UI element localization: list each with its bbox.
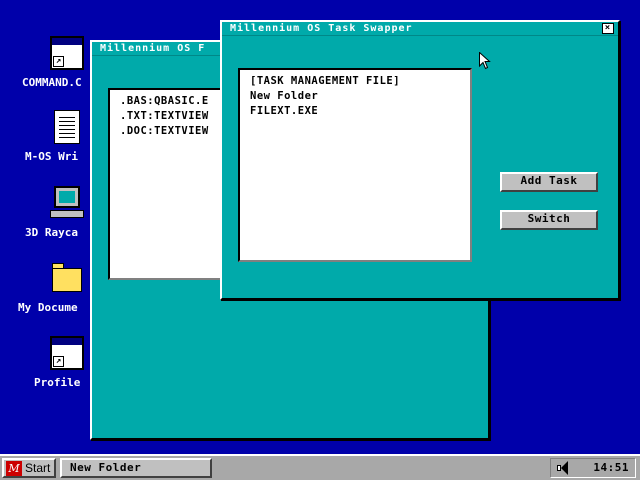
speaker-icon[interactable] <box>557 461 573 475</box>
task-list[interactable]: [TASK MANAGEMENT FILE] New Folder FILEXT… <box>238 68 472 262</box>
list-item[interactable]: FILEXT.EXE <box>250 104 470 119</box>
computer-icon <box>50 186 84 220</box>
system-tray: 14:51 <box>550 458 636 478</box>
list-item[interactable]: .TXT:TEXTVIEW <box>120 109 226 124</box>
list-item[interactable]: [TASK MANAGEMENT FILE] <box>250 74 470 89</box>
add-task-button[interactable]: Add Task <box>500 172 598 192</box>
list-item[interactable]: .DOC:TEXTVIEW <box>120 124 226 139</box>
start-button[interactable]: M Start <box>2 458 56 478</box>
desktop-icon-my-documents[interactable]: My Docume <box>0 261 100 331</box>
list-item[interactable]: New Folder <box>250 89 470 104</box>
desktop-icon-profile[interactable]: ↗ Profile <box>0 336 100 406</box>
taskbar: M Start New Folder 14:51 <box>0 454 640 480</box>
close-icon: × <box>604 23 612 33</box>
desktop-icon-raycaster[interactable]: 3D Rayca <box>0 186 100 256</box>
taskbar-task-button[interactable]: New Folder <box>60 458 212 478</box>
task-swapper-window[interactable]: Millennium OS Task Swapper × [TASK MANAG… <box>220 20 620 300</box>
list-item[interactable]: .BAS:QBASIC.E <box>120 94 226 109</box>
app-shortcut-icon: ↗ <box>50 36 84 70</box>
close-button[interactable]: × <box>602 23 614 34</box>
clock: 14:51 <box>593 461 629 474</box>
mouse-cursor-icon <box>479 52 491 70</box>
switch-button[interactable]: Switch <box>500 210 598 230</box>
association-list[interactable]: .BAS:QBASIC.E .TXT:TEXTVIEW .DOC:TEXTVIE… <box>108 88 228 280</box>
start-logo-icon: M <box>6 461 22 476</box>
document-icon <box>54 110 80 144</box>
desktop-icon-command[interactable]: ↗ COMMAND.C <box>0 36 100 106</box>
app-shortcut-icon: ↗ <box>50 336 84 370</box>
window-title: Millennium OS F <box>100 43 206 54</box>
start-label: Start <box>25 461 51 475</box>
folder-icon <box>50 261 84 295</box>
window-titlebar[interactable]: Millennium OS Task Swapper × <box>222 22 618 36</box>
window-title: Millennium OS Task Swapper <box>230 23 413 34</box>
desktop-icon-mos-writer[interactable]: M-OS Wri <box>0 110 100 180</box>
